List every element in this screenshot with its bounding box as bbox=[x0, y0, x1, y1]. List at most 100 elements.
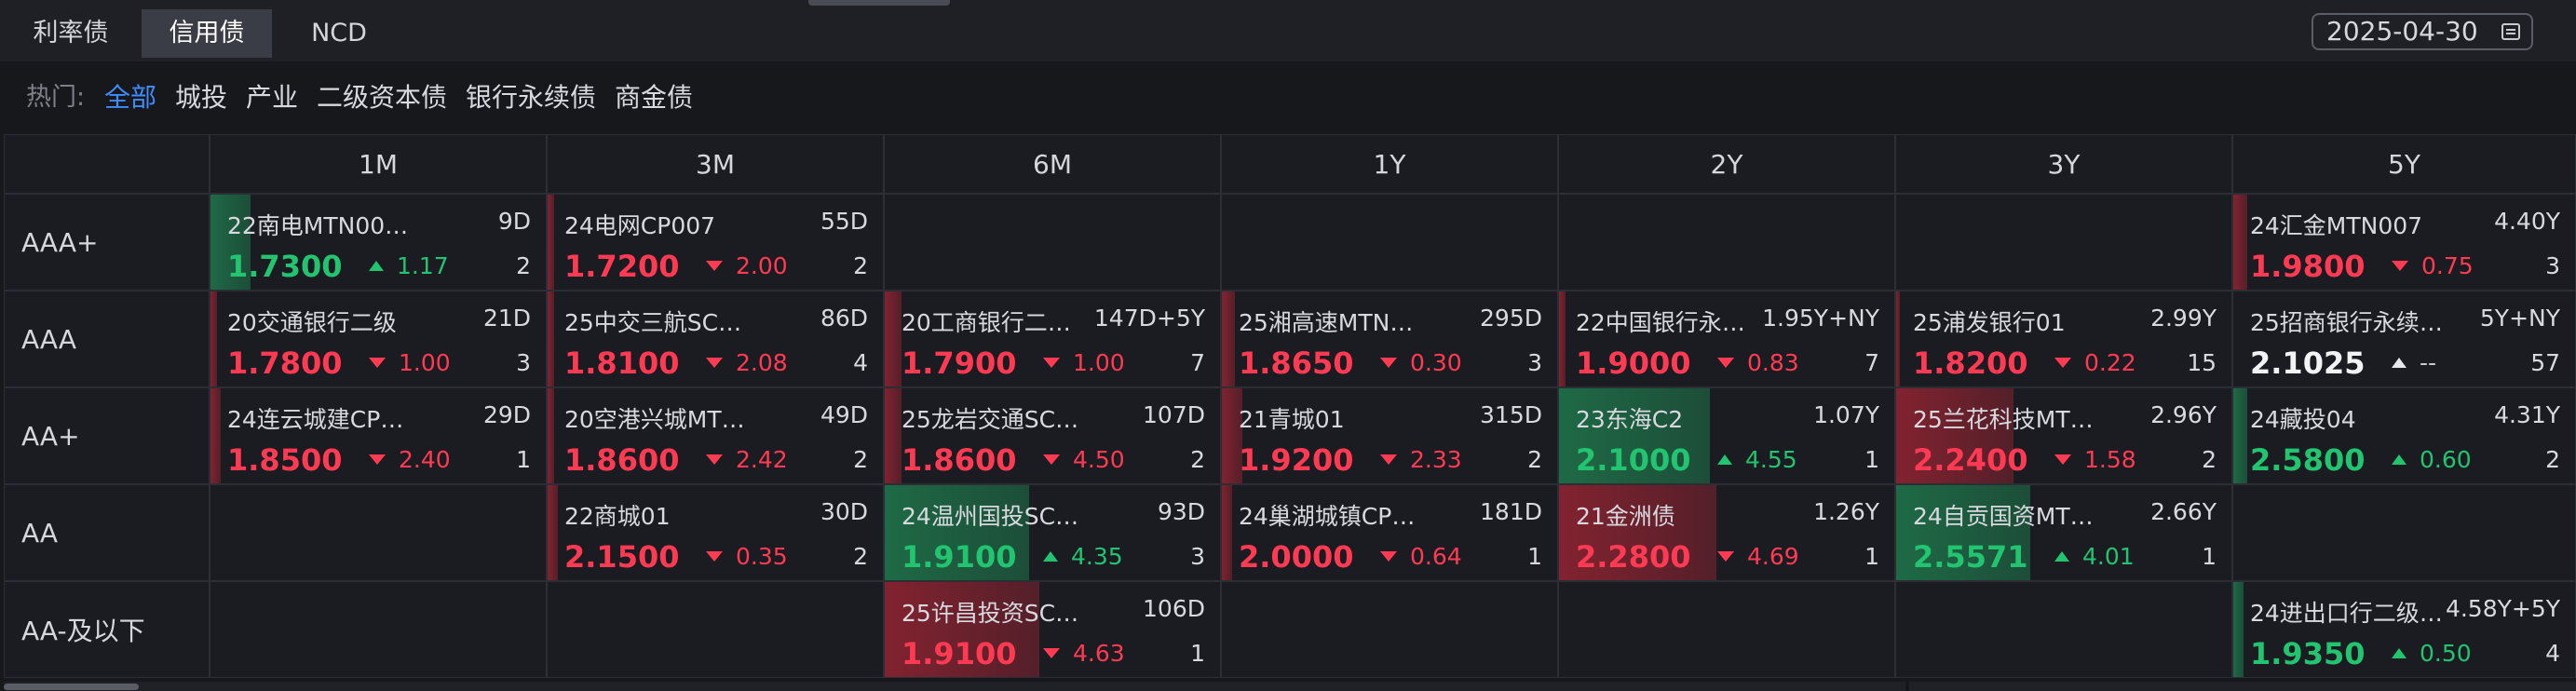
trade-count: 1 bbox=[1190, 640, 1205, 667]
arrow-down-icon bbox=[706, 550, 723, 562]
change-amount: 0.50 bbox=[2420, 640, 2472, 667]
calendar-icon[interactable] bbox=[2501, 23, 2520, 40]
bond-name[interactable]: 25湘高速MTN002 bbox=[1239, 305, 1427, 338]
trade-count: 2 bbox=[2202, 446, 2217, 473]
column-header-6m[interactable]: 6M bbox=[884, 134, 1221, 194]
bond-name[interactable]: 24巢湖城镇CP002 bbox=[1239, 498, 1427, 532]
bond-cell[interactable]: 22中国银行永续… 1.95Y+NY 1.9000 0.83 7 bbox=[1558, 291, 1895, 387]
row-header-aaa0: AAA+ bbox=[4, 194, 210, 291]
remaining-term: 315D bbox=[1480, 401, 1542, 428]
bond-cell[interactable]: 21青城01 315D 1.9200 2.33 2 bbox=[1221, 387, 1558, 484]
bond-cell[interactable]: 20空港兴城MTN001 49D 1.8600 2.42 2 bbox=[547, 387, 884, 484]
change-amount: 4.01 bbox=[2082, 543, 2135, 570]
horizontal-scrollbar[interactable] bbox=[4, 682, 2576, 691]
remaining-term: 2.99Y bbox=[2150, 305, 2217, 332]
bond-name[interactable]: 24温州国投SCP004 bbox=[902, 498, 1090, 532]
change-value: 0.64 bbox=[1380, 543, 1462, 570]
filter-commercial-financial[interactable]: 商金债 bbox=[615, 61, 693, 134]
bond-cell[interactable]: 24汇金MTN007 4.40Y 1.9800 0.75 3 bbox=[2232, 194, 2576, 291]
bond-cell[interactable]: 24自贡国资MTN003 2.66Y 2.5571 4.01 1 bbox=[1895, 484, 2232, 581]
bond-name[interactable]: 24连云城建CP002 bbox=[227, 401, 415, 435]
bond-name[interactable]: 22中国银行永续… bbox=[1576, 305, 1764, 338]
bond-cell[interactable]: 24藏投04 4.31Y 2.5800 0.60 2 bbox=[2232, 387, 2576, 484]
bond-name[interactable]: 24进出口行二级资… bbox=[2250, 595, 2445, 629]
bond-cell[interactable]: 22商城01 30D 2.1500 0.35 2 bbox=[547, 484, 884, 581]
bond-name[interactable]: 24电网CP007 bbox=[564, 208, 715, 241]
tab-rate-bonds[interactable]: 利率债 bbox=[4, 9, 138, 58]
yield-value: 1.8500 bbox=[227, 442, 343, 478]
bond-name[interactable]: 20工商银行二级01 bbox=[902, 305, 1090, 338]
column-header-1m[interactable]: 1M bbox=[210, 134, 547, 194]
change-amount: 4.55 bbox=[1745, 446, 1797, 473]
bond-cell[interactable]: 23东海C2 1.07Y 2.1000 4.55 1 bbox=[1558, 387, 1895, 484]
filter-bank-perpetual[interactable]: 银行永续债 bbox=[466, 61, 596, 134]
change-amount: 2.42 bbox=[736, 446, 788, 473]
bond-cell[interactable]: 24电网CP007 55D 1.7200 2.00 2 bbox=[547, 194, 884, 291]
arrow-up-icon bbox=[2392, 357, 2407, 368]
remaining-term: 107D bbox=[1143, 401, 1205, 428]
filter-tier2-capital[interactable]: 二级资本债 bbox=[317, 61, 447, 134]
arrow-up-icon bbox=[1717, 454, 1732, 465]
scrollbar-thumb[interactable] bbox=[4, 684, 139, 690]
date-picker[interactable]: 2025-04-30 bbox=[2312, 13, 2533, 50]
filter-chengtou[interactable]: 城投 bbox=[175, 61, 227, 134]
bond-name[interactable]: 24自贡国资MTN003 bbox=[1913, 498, 2101, 532]
change-amount: 1.58 bbox=[2084, 446, 2136, 473]
column-header-1y[interactable]: 1Y bbox=[1221, 134, 1558, 194]
bond-cell[interactable]: 25中交三航SCP010(科… 86D 1.8100 2.08 4 bbox=[547, 291, 884, 387]
bond-cell[interactable]: 24进出口行二级资… 4.58Y+5Y 1.9350 0.50 4 bbox=[2232, 581, 2576, 678]
bond-name[interactable]: 25许昌投资SCP001 bbox=[902, 595, 1090, 629]
bond-name[interactable]: 20空港兴城MTN001 bbox=[564, 401, 752, 435]
bond-cell[interactable]: 24连云城建CP002 29D 1.8500 2.40 1 bbox=[210, 387, 547, 484]
column-header-2y[interactable]: 2Y bbox=[1558, 134, 1895, 194]
bond-name[interactable]: 25招商银行永续债01… bbox=[2250, 305, 2445, 338]
remaining-term: 1.26Y bbox=[1813, 498, 1879, 525]
trade-count: 2 bbox=[853, 252, 868, 279]
bond-cell[interactable]: 20工商银行二级01 147D+5Y 1.7900 1.00 7 bbox=[884, 291, 1221, 387]
remaining-term: 9D bbox=[497, 208, 531, 235]
bond-name[interactable]: 25兰花科技MTN002 bbox=[1913, 401, 2101, 435]
bond-cell[interactable]: 25龙岩交通SCP001 107D 1.8600 4.50 2 bbox=[884, 387, 1221, 484]
bond-name[interactable]: 21青城01 bbox=[1239, 401, 1345, 435]
bond-name[interactable]: 24藏投04 bbox=[2250, 401, 2356, 435]
bond-cell[interactable]: 25浦发银行01 2.99Y 1.8200 0.22 15 bbox=[1895, 291, 2232, 387]
tab-ncd[interactable]: NCD bbox=[276, 9, 402, 58]
filter-industry[interactable]: 产业 bbox=[246, 61, 298, 134]
drag-handle[interactable] bbox=[808, 0, 950, 6]
bond-cell[interactable]: 22南电MTN001(乡村振兴) 9D 1.7300 1.17 2 bbox=[210, 194, 547, 291]
bond-cell[interactable]: 24温州国投SCP004 93D 1.9100 4.35 3 bbox=[884, 484, 1221, 581]
yield-value: 1.9350 bbox=[2250, 636, 2366, 671]
arrow-down-icon bbox=[706, 454, 723, 465]
bond-cell[interactable]: 25招商银行永续债01… 5Y+NY 2.1025 -- 57 bbox=[2232, 291, 2576, 387]
column-header-3m[interactable]: 3M bbox=[547, 134, 884, 194]
bond-name[interactable]: 25中交三航SCP010(科… bbox=[564, 305, 752, 338]
bond-name[interactable]: 22商城01 bbox=[564, 498, 671, 532]
yield-value: 1.9200 bbox=[1239, 442, 1354, 478]
bond-cell[interactable]: 25许昌投资SCP001 106D 1.9100 4.63 1 bbox=[884, 581, 1221, 678]
filter-bar: 热门: 全部 城投 产业 二级资本债 银行永续债 商金债 bbox=[0, 61, 2576, 134]
bond-cell[interactable]: 24巢湖城镇CP002 181D 2.0000 0.64 1 bbox=[1221, 484, 1558, 581]
bond-cell[interactable]: 21金洲债 1.26Y 2.2800 4.69 1 bbox=[1558, 484, 1895, 581]
change-value: 0.35 bbox=[706, 543, 788, 570]
bond-name[interactable]: 24汇金MTN007 bbox=[2250, 208, 2422, 241]
tab-credit-bonds[interactable]: 信用债 bbox=[142, 9, 272, 58]
bond-name[interactable]: 23东海C2 bbox=[1576, 401, 1683, 435]
bond-cell[interactable]: 25兰花科技MTN002 2.96Y 2.2400 1.58 2 bbox=[1895, 387, 2232, 484]
bond-name[interactable]: 25浦发银行01 bbox=[1913, 305, 2066, 338]
yield-value: 1.7200 bbox=[564, 249, 680, 284]
bond-name[interactable]: 20交通银行二级 bbox=[227, 305, 397, 338]
trade-count: 4 bbox=[2545, 640, 2560, 667]
bond-cell[interactable]: 20交通银行二级 21D 1.7800 1.00 3 bbox=[210, 291, 547, 387]
filter-all[interactable]: 全部 bbox=[104, 61, 156, 134]
remaining-term: 29D bbox=[482, 401, 531, 428]
arrow-down-icon bbox=[369, 357, 386, 368]
column-header-5y[interactable]: 5Y bbox=[2232, 134, 2576, 194]
bond-name[interactable]: 21金洲债 bbox=[1576, 498, 1675, 532]
bond-cell[interactable]: 25湘高速MTN002 295D 1.8650 0.30 3 bbox=[1221, 291, 1558, 387]
bond-name[interactable]: 22南电MTN001(乡村振兴) bbox=[227, 208, 415, 241]
remaining-term: 21D bbox=[482, 305, 531, 332]
column-header-3y[interactable]: 3Y bbox=[1895, 134, 2232, 194]
bond-name[interactable]: 25龙岩交通SCP001 bbox=[902, 401, 1090, 435]
change-amount: 0.30 bbox=[1410, 349, 1462, 376]
trade-count: 1 bbox=[1527, 543, 1542, 570]
